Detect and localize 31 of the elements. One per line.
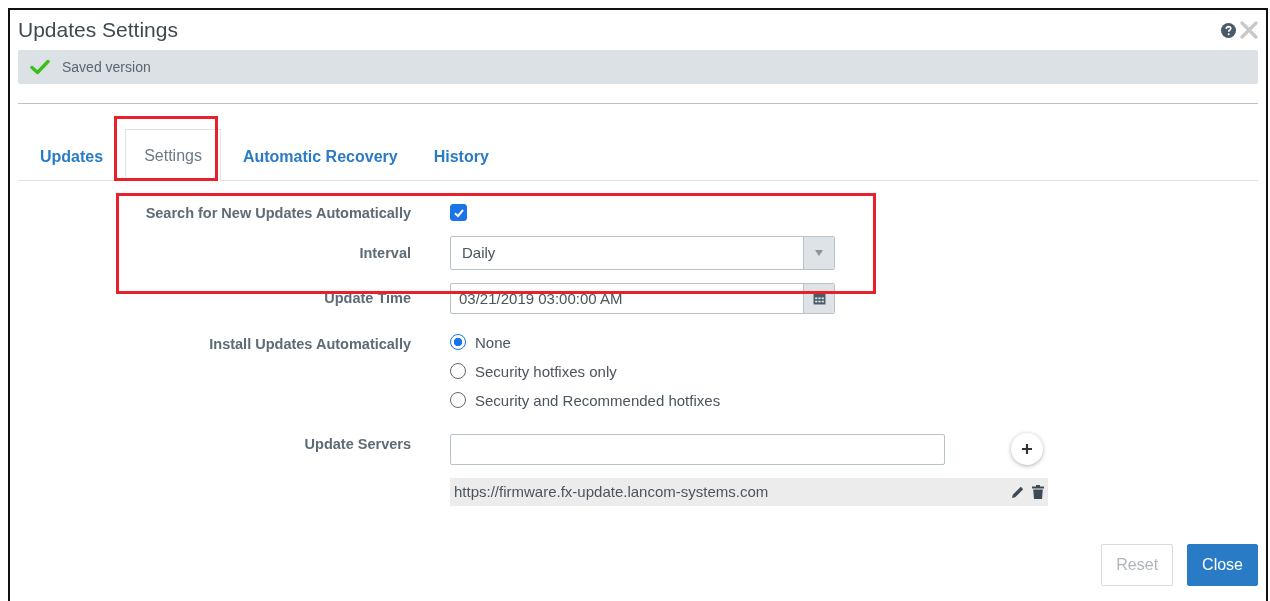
checkbox[interactable] — [450, 204, 467, 221]
field-label: Update Servers — [303, 434, 411, 452]
tab[interactable]: Automatic Recovery — [228, 129, 412, 181]
tab[interactable]: Updates — [26, 129, 118, 181]
calendar-icon — [812, 291, 826, 305]
field-label: Install Updates Automatically — [208, 334, 411, 352]
radio-button[interactable] — [450, 392, 466, 408]
radio-label[interactable]: Security and Recommended hotfixes — [475, 391, 721, 409]
radio-label[interactable]: Security hotfixes only — [475, 362, 617, 380]
add-button[interactable] — [1011, 432, 1043, 465]
field-label: Interval — [358, 244, 411, 261]
server-list-item[interactable]: https://firmware.fx-update.lancom-systems.com — [450, 477, 1048, 506]
plus-icon — [1021, 442, 1033, 455]
help-icon[interactable] — [1221, 22, 1236, 38]
trash-icon[interactable] — [1032, 484, 1044, 499]
radio-label[interactable]: None — [475, 333, 511, 351]
tab[interactable]: Settings — [125, 129, 221, 181]
pencil-icon[interactable] — [1011, 484, 1025, 499]
interval-dropdown[interactable]: Daily — [450, 235, 835, 270]
date-time-field[interactable]: 03/21/2019 03:00:00 AM — [450, 282, 835, 314]
radio-button[interactable] — [450, 334, 466, 350]
window-title: Updates Settings — [18, 18, 178, 42]
status-text: Saved version — [62, 59, 151, 75]
field-label: Search for New Updates Automatically — [144, 205, 411, 222]
dialog-button[interactable]: Close — [1187, 543, 1258, 586]
server-url: https://firmware.fx-update.lancom-systems.com — [454, 483, 769, 500]
caret-icon — [815, 249, 823, 256]
radio-button[interactable] — [450, 363, 466, 379]
server-input-field[interactable] — [450, 433, 945, 465]
checkmark-icon — [30, 59, 50, 75]
tab[interactable]: History — [419, 129, 503, 181]
